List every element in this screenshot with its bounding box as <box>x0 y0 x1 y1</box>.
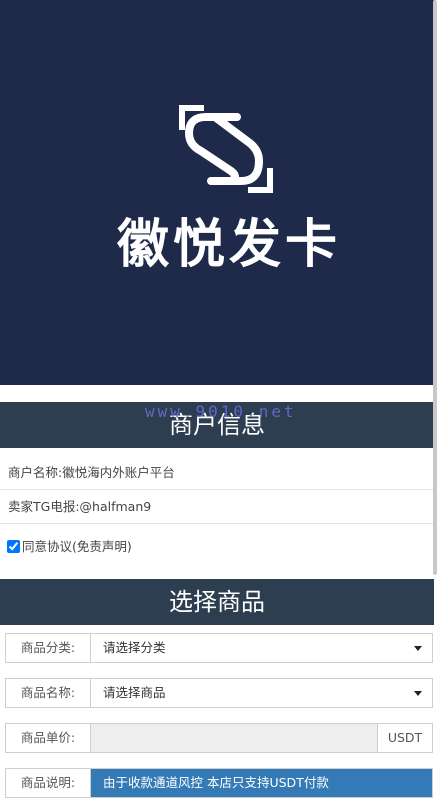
agree-label[interactable]: 同意协议(免责声明) <box>22 539 132 554</box>
description-row: 商品说明: 由于收款通道风控 本店只支持USDT付款 <box>5 768 433 798</box>
seller-tg-label: 卖家TG电报: <box>8 499 80 514</box>
page-scrollbar[interactable] <box>433 0 437 575</box>
price-row: 商品单价: USDT <box>5 723 433 753</box>
category-select-value: 请选择分类 <box>103 640 166 655</box>
seller-tg-value: @halfman9 <box>79 499 152 514</box>
description-label: 商品说明: <box>6 769 91 797</box>
merchant-name-value: 徽悦海内外账户平台 <box>62 465 175 480</box>
product-row: 商品名称: 请选择商品 <box>5 678 433 708</box>
category-row: 商品分类: 请选择分类 <box>5 633 433 663</box>
agree-checkbox[interactable] <box>7 540 20 553</box>
seller-tg-row: 卖家TG电报:@halfman9 <box>0 490 434 524</box>
brand-banner: 徽悦发卡 <box>0 0 434 385</box>
product-select-value: 请选择商品 <box>103 685 166 700</box>
caret-down-icon <box>414 646 422 651</box>
merchant-name-row: 商户名称:徽悦海内外账户平台 <box>0 456 434 490</box>
price-unit: USDT <box>377 724 432 752</box>
category-label: 商品分类: <box>6 634 91 662</box>
price-label: 商品单价: <box>6 724 91 752</box>
brand-name: 徽悦发卡 <box>116 215 341 275</box>
price-field <box>91 724 377 752</box>
brand-logo-icon <box>179 105 273 193</box>
merchant-name-label: 商户名称: <box>8 465 63 480</box>
agreement-row: 同意协议(免责声明) <box>7 536 132 555</box>
watermark-text: www.9010.net <box>145 402 297 421</box>
product-select[interactable]: 请选择商品 <box>91 679 432 707</box>
description-notice: 由于收款通道风控 本店只支持USDT付款 <box>91 769 432 797</box>
category-select[interactable]: 请选择分类 <box>91 634 432 662</box>
caret-down-icon <box>414 691 422 696</box>
product-select-header: 选择商品 <box>0 579 434 625</box>
product-label: 商品名称: <box>6 679 91 707</box>
